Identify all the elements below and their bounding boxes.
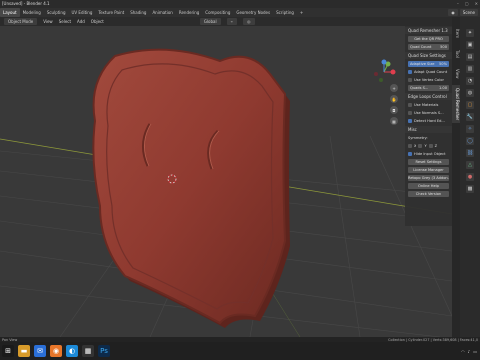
- symmetry-y-checkbox[interactable]: Y: [418, 143, 427, 149]
- scene-icon: ◉: [448, 9, 458, 16]
- tab-shading[interactable]: Shading: [127, 8, 149, 17]
- workspace-tabs: Layout Modeling Sculpting UV Editing Tex…: [0, 8, 480, 17]
- use-vertex-color-checkbox[interactable]: Use Vertex Color: [408, 77, 449, 83]
- pan-hand-icon[interactable]: ✋: [390, 95, 398, 103]
- panel-title[interactable]: Quad Remesher 1.3: [405, 27, 452, 34]
- menu-object[interactable]: Object: [91, 19, 104, 24]
- tab-texture-paint[interactable]: Texture Paint: [95, 8, 127, 17]
- world-icon[interactable]: ◍: [466, 89, 474, 97]
- symmetry-row: X Y Z: [408, 143, 449, 149]
- start-icon[interactable]: ⊞: [2, 345, 14, 357]
- camera-icon[interactable]: ◘: [390, 106, 398, 114]
- scene-name[interactable]: Scene: [459, 9, 478, 16]
- tab-view[interactable]: View: [452, 65, 460, 83]
- online-help-button[interactable]: Online Help: [408, 183, 449, 189]
- viewport-navigation: + ✋ ◘ ▦: [390, 84, 400, 128]
- use-materials-checkbox[interactable]: Use Materials: [408, 102, 449, 108]
- texture-icon[interactable]: ▩: [466, 185, 474, 193]
- calculator-icon[interactable]: ▦: [82, 345, 94, 357]
- tab-rendering[interactable]: Rendering: [176, 8, 202, 17]
- snap-icon[interactable]: ⌁: [226, 18, 238, 25]
- menu-select[interactable]: Select: [59, 19, 71, 24]
- check-version-button[interactable]: Check Version: [408, 191, 449, 197]
- tab-uv-editing[interactable]: UV Editing: [69, 8, 96, 17]
- data-icon[interactable]: △: [466, 161, 474, 169]
- quads-scale-field[interactable]: Quads S... 1.00: [408, 85, 449, 91]
- browser-icon[interactable]: ◐: [66, 345, 78, 357]
- add-workspace-button[interactable]: +: [297, 8, 306, 17]
- adaptive-size-slider[interactable]: Adaptive Size 50%: [408, 61, 449, 67]
- adapt-quad-count-checkbox[interactable]: Adapt Quad Count: [408, 69, 449, 75]
- status-right: Collection | Cylinder.027 | Verts:389,60…: [388, 337, 478, 342]
- tab-animation[interactable]: Animation: [149, 8, 175, 17]
- reset-settings-button[interactable]: Reset Settings: [408, 159, 449, 165]
- symmetry-x-checkbox[interactable]: X: [408, 143, 416, 149]
- hide-input-checkbox[interactable]: Hide Input Object: [408, 151, 449, 157]
- system-tray: ◠ ♪ ▭: [461, 342, 477, 360]
- edge-loops-header[interactable]: Edge Loops Control: [405, 93, 452, 100]
- modifier-icon[interactable]: 🔧: [466, 113, 474, 121]
- mode-dropdown[interactable]: Object Mode: [4, 18, 38, 25]
- shield-model: [92, 48, 290, 329]
- grid-icon[interactable]: ▦: [390, 117, 398, 125]
- detect-hard-edges-checkbox[interactable]: Detect Hard Ed...: [408, 118, 449, 124]
- window-title: [Unsaved] - Blender 4.1: [0, 0, 480, 8]
- maximize-button[interactable]: ▢: [465, 0, 469, 8]
- taskbar: ⊞ ▬ ✉ ◉ ◐ ▦ Ps: [0, 342, 480, 360]
- retopo-addon-button[interactable]: Retopo Grey (3 Addon...: [408, 175, 449, 181]
- tab-geometry-nodes[interactable]: Geometry Nodes: [233, 8, 273, 17]
- photoshop-icon[interactable]: Ps: [98, 345, 110, 357]
- menu-add[interactable]: Add: [77, 19, 85, 24]
- object-icon[interactable]: ▢: [466, 101, 474, 109]
- close-button[interactable]: ✕: [475, 0, 478, 8]
- symmetry-z-checkbox[interactable]: Z: [428, 143, 437, 149]
- output-icon[interactable]: ▤: [466, 53, 474, 61]
- transform-orientation-dropdown[interactable]: Global: [199, 18, 221, 25]
- files-icon[interactable]: ▬: [18, 345, 30, 357]
- view-layer-icon[interactable]: ▥: [466, 65, 474, 73]
- tool-icon[interactable]: ✦: [466, 29, 474, 37]
- tab-tool[interactable]: Tool: [452, 45, 460, 63]
- viewport-header: Object Mode View Select Add Object Globa…: [0, 17, 452, 26]
- minimize-button[interactable]: –: [457, 0, 459, 8]
- tab-sculpting[interactable]: Sculpting: [44, 8, 69, 17]
- material-icon[interactable]: ●: [466, 173, 474, 181]
- quad-remesher-panel: Quad Remesher 1.3 Get the QR PRO Quad Co…: [405, 26, 452, 226]
- scene-icon[interactable]: ◔: [466, 77, 474, 85]
- sidebar-tabs: Item Tool View Quad Remesher: [452, 17, 460, 337]
- license-manager-button[interactable]: License Manager: [408, 167, 449, 173]
- tab-compositing[interactable]: Compositing: [202, 8, 233, 17]
- symmetry-label: Symmetry:: [408, 136, 428, 140]
- scene-selector: ◉ Scene: [448, 9, 478, 16]
- zoom-icon[interactable]: +: [390, 84, 398, 92]
- proportional-icon[interactable]: ◎: [243, 18, 255, 25]
- render-icon[interactable]: ▣: [466, 41, 474, 49]
- battery-icon[interactable]: ▭: [473, 349, 477, 354]
- mail-icon[interactable]: ✉: [34, 345, 46, 357]
- tab-quad-remesher[interactable]: Quad Remesher: [452, 85, 460, 123]
- navigation-gizmo[interactable]: [371, 59, 397, 85]
- wifi-icon[interactable]: ◠: [461, 349, 465, 354]
- quad-size-header[interactable]: Quad Size Settings: [405, 52, 452, 59]
- quad-count-field[interactable]: Quad Count 500: [408, 44, 449, 50]
- misc-header[interactable]: Misc: [405, 126, 452, 133]
- window-controls: – ▢ ✕: [457, 0, 478, 8]
- 3d-viewport[interactable]: + ✋ ◘ ▦: [0, 26, 452, 337]
- tab-item[interactable]: Item: [452, 25, 460, 43]
- constraints-icon[interactable]: ⛓: [466, 149, 474, 157]
- volume-icon[interactable]: ♪: [468, 349, 471, 354]
- tab-scripting[interactable]: Scripting: [273, 8, 297, 17]
- tab-modeling[interactable]: Modeling: [20, 8, 44, 17]
- physics-icon[interactable]: ◯: [466, 137, 474, 145]
- particles-icon[interactable]: ✧: [466, 125, 474, 133]
- menu-view[interactable]: View: [43, 19, 53, 24]
- properties-editor-tabs: ✦ ▣ ▤ ▥ ◔ ◍ ▢ 🔧 ✧ ◯ ⛓ △ ● ▩: [460, 17, 480, 337]
- get-pro-button[interactable]: Get the QR PRO: [408, 36, 449, 42]
- tab-layout[interactable]: Layout: [0, 8, 20, 17]
- use-normals-checkbox[interactable]: Use Normals S...: [408, 110, 449, 116]
- blender-icon[interactable]: ◉: [50, 345, 62, 357]
- status-left: Pan View: [2, 337, 18, 342]
